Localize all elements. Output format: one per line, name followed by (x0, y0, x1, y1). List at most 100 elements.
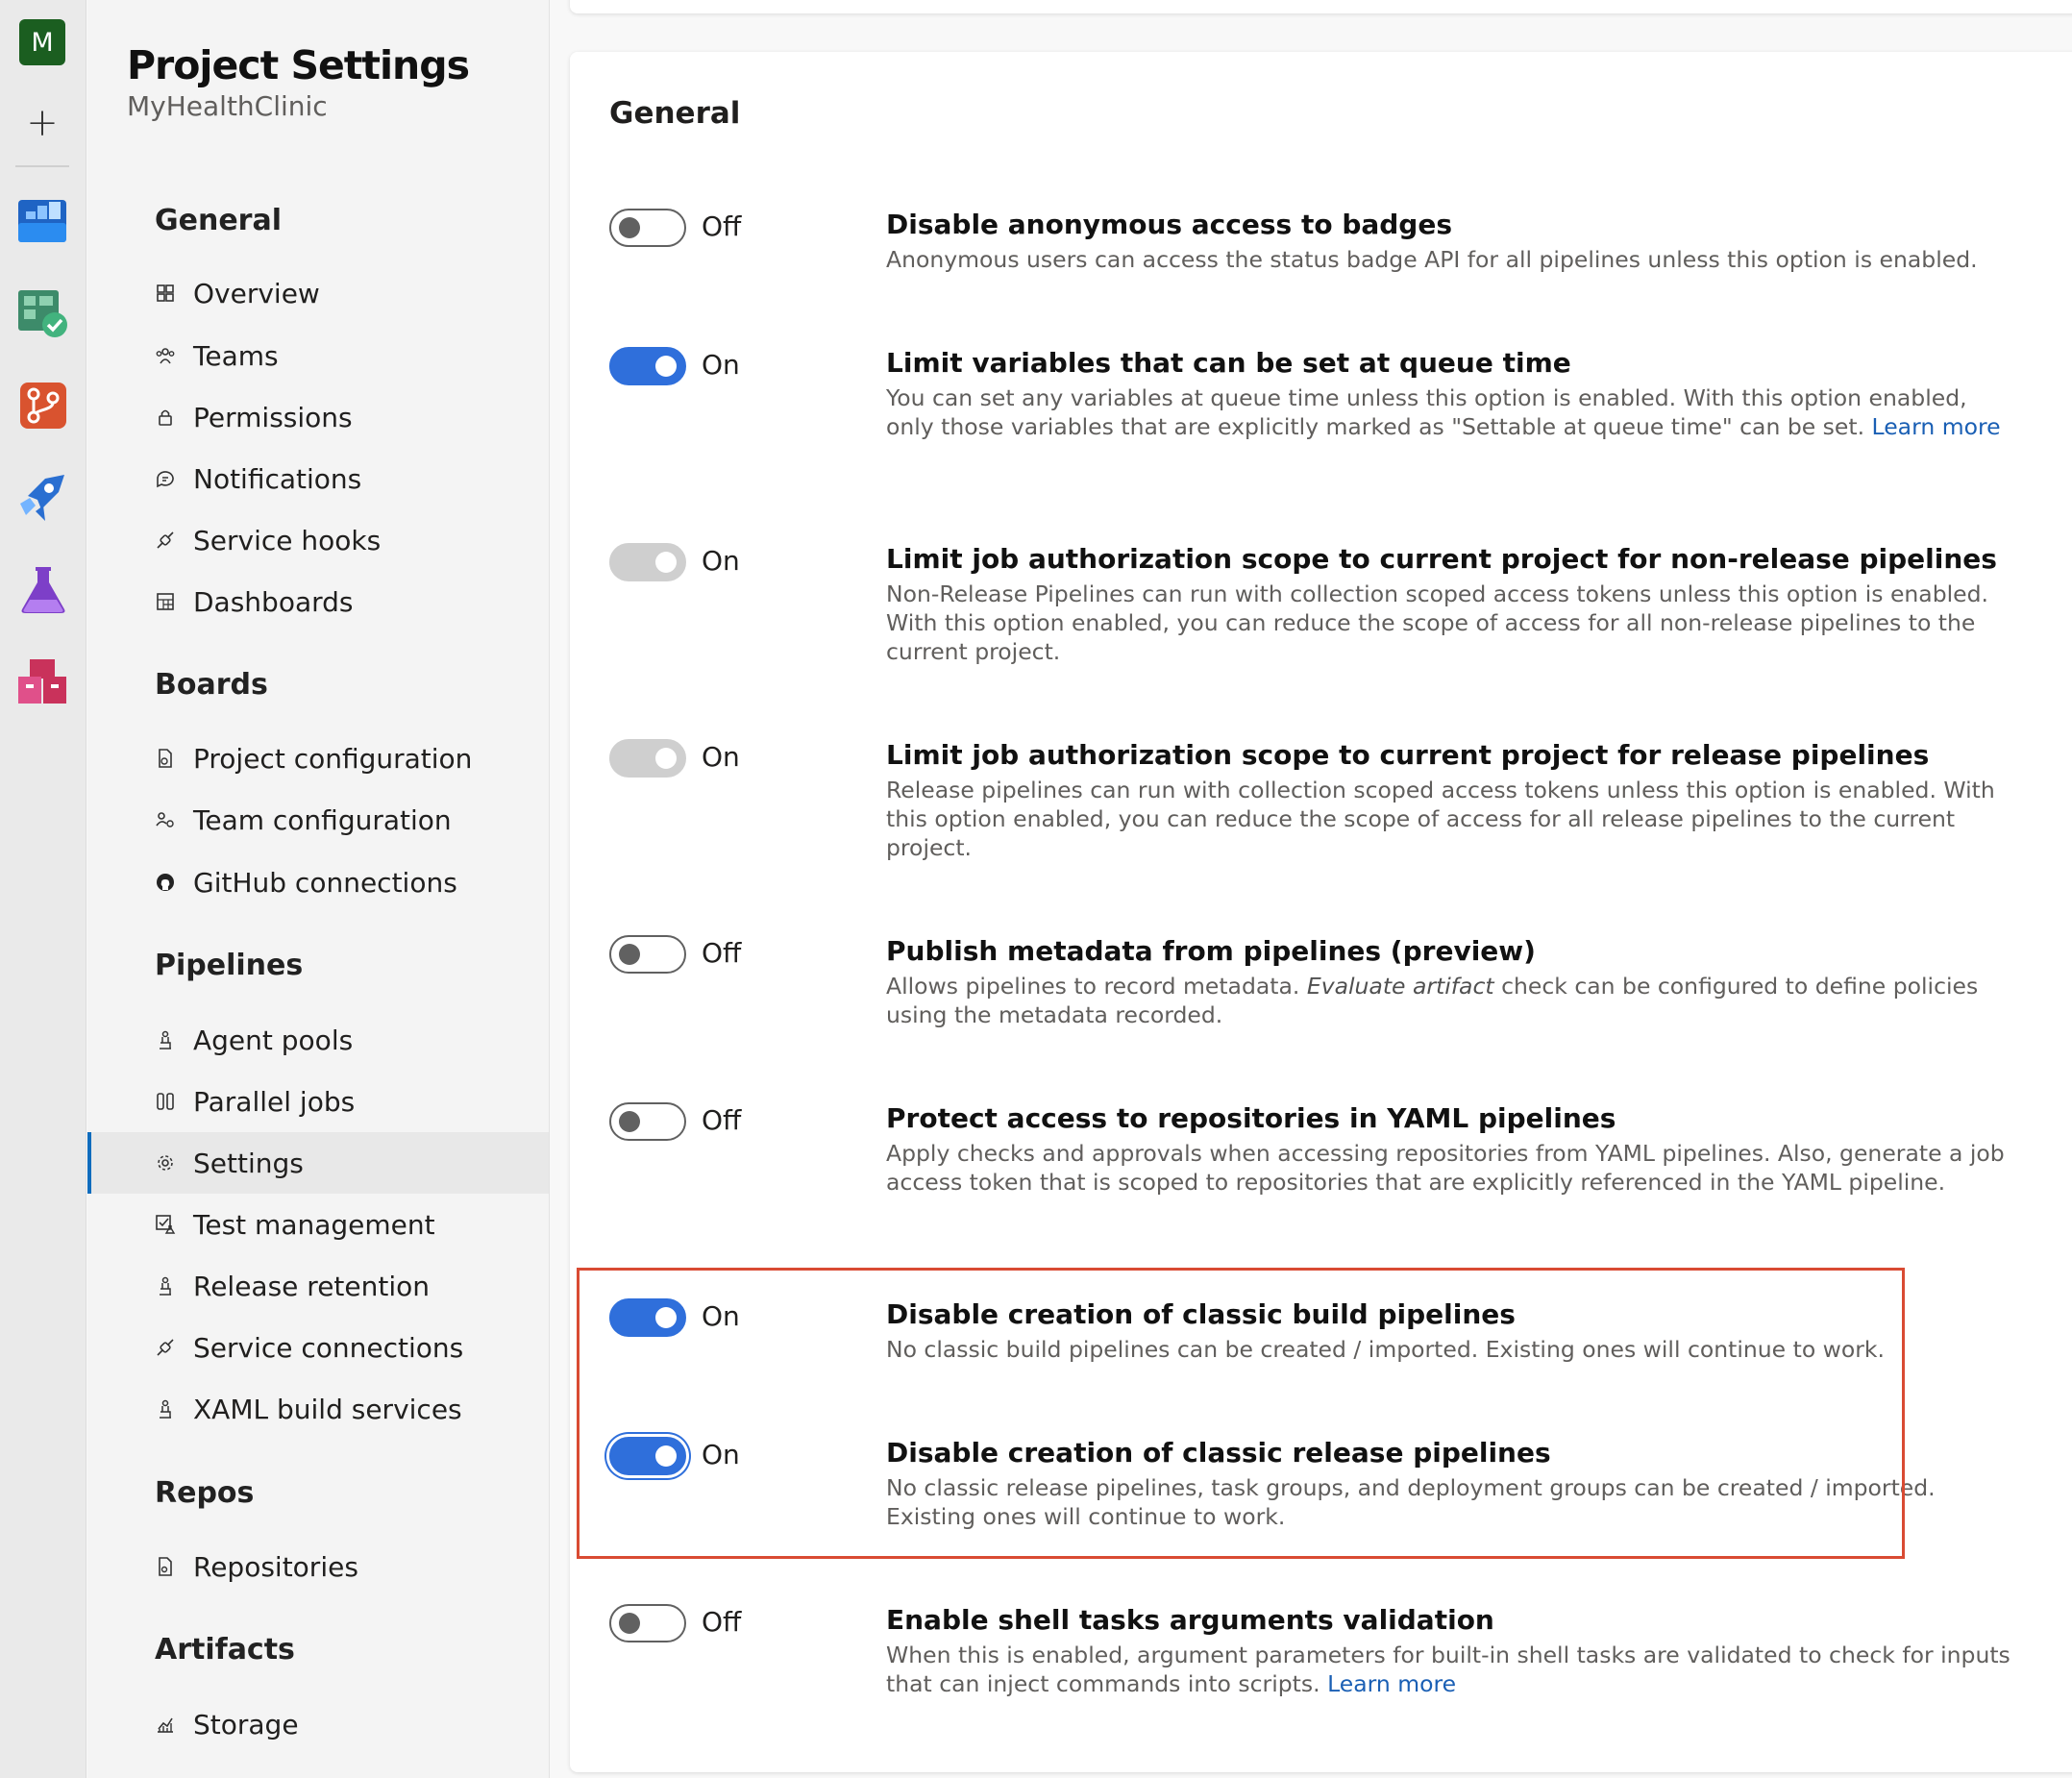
toggle-classic-release[interactable] (609, 1437, 686, 1475)
org-avatar[interactable]: M (19, 19, 65, 65)
test-plans-check-icon[interactable] (16, 286, 70, 340)
sidebar-item-dashboards[interactable]: Dashboards (87, 571, 549, 632)
setting-title: Publish metadata from pipelines (preview… (886, 935, 1536, 967)
sidebar-item-storage[interactable]: Storage (87, 1693, 549, 1755)
toggle-knob (655, 1445, 677, 1467)
sidebar-item-label: Test management (193, 1208, 435, 1241)
sidebar-item-service-connections[interactable]: Service connections (87, 1317, 549, 1378)
toggle-state-label: On (702, 1439, 740, 1470)
learn-more-link[interactable]: Learn more (1872, 413, 2001, 440)
toggle-queue-variables[interactable] (609, 347, 686, 385)
sidebar-item-test-management[interactable]: Test management (87, 1194, 549, 1255)
toggle-state-label: On (702, 545, 740, 577)
gear-icon (155, 1152, 176, 1173)
sidebar-item-xaml-build-services[interactable]: XAML build services (87, 1378, 549, 1440)
nav-heading-general: General (155, 204, 282, 237)
sidebar-item-teams[interactable]: Teams (87, 325, 549, 386)
toggle-knob (619, 1111, 640, 1132)
sidebar-item-label: Teams (193, 339, 279, 372)
sidebar-item-service-hooks[interactable]: Service hooks (87, 509, 549, 571)
toggle-knob (619, 944, 640, 965)
sidebar-item-permissions[interactable]: Permissions (87, 386, 549, 448)
rail-separator (15, 165, 69, 167)
sidebar-item-label: Team configuration (193, 803, 452, 836)
setting-description: You can set any variables at queue time … (886, 383, 2020, 441)
toggle-state-label: Off (702, 210, 742, 242)
sidebar-item-release-retention[interactable]: Release retention (87, 1255, 549, 1317)
setting-description: Allows pipelines to record metadata. Eva… (886, 972, 2020, 1029)
sidebar-item-label: Settings (193, 1147, 304, 1179)
toggle-non-release-scope[interactable] (609, 543, 686, 581)
sidebar-item-label: Release retention (193, 1270, 431, 1302)
nav-heading-pipelines: Pipelines (155, 949, 304, 982)
sidebar-item-repositories[interactable]: Repositories (87, 1536, 549, 1597)
repos-icon[interactable] (16, 379, 70, 432)
lock-icon (155, 407, 176, 428)
setting-title: Disable anonymous access to badges (886, 209, 1452, 240)
sidebar-item-github-connections[interactable]: GitHub connections (87, 852, 549, 913)
sidebar-item-label: Agent pools (193, 1024, 354, 1056)
sidebar-item-label: Service connections (193, 1331, 464, 1364)
toggle-protect-repositories[interactable] (609, 1102, 686, 1141)
toggle-knob (619, 1613, 640, 1634)
toggle-state-label: Off (702, 937, 742, 969)
setting-description: Apply checks and approvals when accessin… (886, 1140, 2005, 1196)
nav-heading-repos: Repos (155, 1476, 255, 1510)
agent-icon (155, 1275, 176, 1296)
toggle-knob (619, 217, 640, 238)
sidebar-item-parallel-jobs[interactable]: Parallel jobs (87, 1071, 549, 1132)
previous-card-edge (570, 0, 2072, 13)
toggle-knob (655, 1307, 677, 1328)
setting-description: Non-Release Pipelines can run with colle… (886, 580, 1988, 665)
sidebar-item-label: GitHub connections (193, 866, 457, 899)
sidebar-item-project-configuration[interactable]: Project configuration (87, 728, 549, 789)
setting-title: Disable creation of classic release pipe… (886, 1437, 1551, 1469)
setting-title: Enable shell tasks arguments validation (886, 1604, 1494, 1636)
app-rail: M + (0, 0, 86, 1778)
sidebar-item-team-configuration[interactable]: Team configuration (87, 789, 549, 851)
sidebar-item-label: Permissions (193, 401, 353, 433)
parallel-icon (155, 1091, 176, 1112)
sidebar-item-settings[interactable]: Settings (87, 1132, 549, 1194)
nav-heading-boards: Boards (155, 668, 268, 702)
setting-description: Anonymous users can access the status ba… (886, 246, 1978, 273)
toggle-release-scope[interactable] (609, 739, 686, 778)
toggle-state-label: On (702, 741, 740, 773)
sidebar-item-label: Storage (193, 1708, 299, 1741)
setting-title: Limit job authorization scope to current… (886, 739, 1930, 771)
section-title: General (609, 96, 741, 131)
sidebar-item-notifications[interactable]: Notifications (87, 448, 549, 509)
chart-line-icon (155, 1714, 176, 1735)
setting-description: No classic release pipelines, task group… (886, 1474, 1936, 1530)
plug-icon (155, 1337, 176, 1358)
project-name: MyHealthClinic (127, 90, 328, 122)
sidebar-item-agent-pools[interactable]: Agent pools (87, 1009, 549, 1071)
sidebar-item-label: Overview (193, 277, 320, 309)
sidebar-item-label: Repositories (193, 1550, 358, 1583)
boards-icon[interactable] (16, 194, 70, 248)
sidebar-item-label: XAML build services (193, 1393, 462, 1425)
toggle-shell-validation[interactable] (609, 1604, 686, 1642)
chat-bubble-icon (155, 468, 176, 489)
toggle-state-label: On (702, 349, 740, 381)
artifacts-icon[interactable] (16, 655, 70, 709)
sidebar-item-overview[interactable]: Overview (87, 262, 549, 324)
test-management-icon (155, 1214, 176, 1235)
pipelines-icon[interactable] (16, 471, 70, 525)
toggle-publish-metadata[interactable] (609, 935, 686, 974)
setting-description-text: You can set any variables at queue time … (886, 384, 1967, 440)
setting-title: Limit job authorization scope to current… (886, 543, 1997, 575)
sidebar-item-label: Service hooks (193, 524, 382, 556)
toggle-knob (655, 748, 677, 769)
toggle-knob (655, 552, 677, 573)
toggle-classic-build[interactable] (609, 1298, 686, 1337)
test-flask-icon[interactable] (16, 563, 70, 617)
learn-more-link[interactable]: Learn more (1327, 1670, 1456, 1697)
toggle-state-label: Off (702, 1104, 742, 1136)
evaluate-artifact-text: Evaluate artifact (1306, 973, 1494, 1000)
teams-icon (155, 345, 176, 366)
github-icon (155, 872, 176, 893)
add-icon[interactable]: + (19, 100, 65, 146)
toggle-anonymous-badges[interactable] (609, 209, 686, 247)
project-settings-sidebar: Project Settings MyHealthClinic General … (87, 0, 550, 1778)
